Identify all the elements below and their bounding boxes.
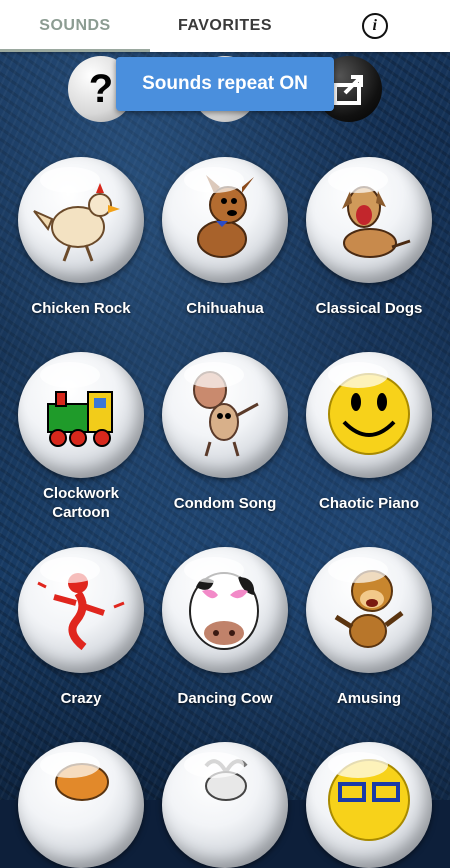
- sound-label: Clockwork Cartoon: [9, 484, 153, 522]
- sound-ball[interactable]: [162, 352, 288, 478]
- sound-label-line2: Cartoon: [52, 504, 110, 521]
- sound-ball[interactable]: [306, 157, 432, 283]
- chicken-icon: [33, 183, 120, 262]
- sound-ball[interactable]: [306, 742, 432, 868]
- tab-favorites[interactable]: FAVORITES: [150, 0, 300, 52]
- sound-ball[interactable]: [162, 157, 288, 283]
- sound-label: Dancing Cow: [177, 690, 273, 707]
- info-icon: i: [362, 13, 388, 39]
- crazy-figure-icon: [37, 573, 125, 651]
- cartoon-figure-icon: [193, 371, 259, 457]
- sound-label: Crazy: [60, 690, 102, 707]
- sound-label-line1: Clockwork: [43, 485, 119, 502]
- toast-message: Sounds repeat ON: [116, 57, 334, 111]
- monkey-icon: [334, 570, 404, 648]
- sound-label: Condom Song: [173, 495, 277, 512]
- cartoon-cat-icon: [55, 763, 109, 801]
- glasses-smiley-icon: [328, 759, 410, 841]
- toy-train-icon: [47, 391, 113, 447]
- sound-label: Chicken Rock: [31, 300, 131, 317]
- sound-grid: Chicken Rock Chihuahua Classical Dogs Cl…: [0, 0, 450, 868]
- sound-ball[interactable]: [18, 547, 144, 673]
- info-button[interactable]: i: [300, 0, 450, 52]
- sound-ball[interactable]: [18, 352, 144, 478]
- sound-ball[interactable]: [306, 352, 432, 478]
- goat-icon: [204, 759, 248, 801]
- smiley-icon: [328, 373, 410, 455]
- sound-ball[interactable]: [162, 742, 288, 868]
- tab-sounds[interactable]: SOUNDS: [0, 0, 150, 52]
- tab-bar: SOUNDS FAVORITES i: [0, 0, 450, 52]
- howling-dog-icon: [342, 186, 411, 258]
- dog-icon: [197, 175, 254, 258]
- sound-ball[interactable]: [18, 742, 144, 868]
- sound-label: Chihuahua: [186, 300, 264, 317]
- cow-icon: [189, 572, 259, 650]
- sound-label: Amusing: [336, 690, 402, 707]
- sound-ball[interactable]: [162, 547, 288, 673]
- sound-ball[interactable]: [18, 157, 144, 283]
- sound-label: Chaotic Piano: [318, 495, 419, 512]
- sound-label: Classical Dogs: [315, 300, 423, 317]
- sound-ball[interactable]: [306, 547, 432, 673]
